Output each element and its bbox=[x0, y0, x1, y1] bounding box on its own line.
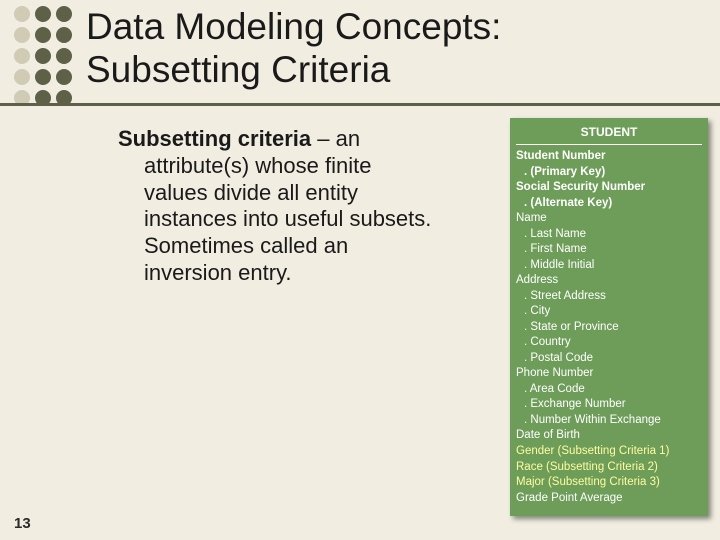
body-line: inversion entry. bbox=[118, 260, 490, 287]
entity-attribute: Exchange Number bbox=[516, 397, 702, 413]
entity-attribute: Gender (Subsetting Criteria 1) bbox=[516, 444, 702, 460]
slide: Data Modeling Concepts: Subsetting Crite… bbox=[0, 0, 720, 540]
entity-attribute: Middle Initial bbox=[516, 258, 702, 274]
decoration-dot-grid bbox=[0, 0, 80, 540]
entity-attribute: Last Name bbox=[516, 227, 702, 243]
decoration-dot bbox=[56, 69, 72, 85]
entity-attribute: First Name bbox=[516, 242, 702, 258]
entity-rows: Student Number(Primary Key)Social Securi… bbox=[516, 149, 702, 506]
entity-attribute: Phone Number bbox=[516, 366, 702, 382]
entity-attribute: (Alternate Key) bbox=[516, 196, 702, 212]
decoration-dot bbox=[14, 6, 30, 22]
entity-attribute: Grade Point Average bbox=[516, 491, 702, 507]
entity-attribute: Postal Code bbox=[516, 351, 702, 367]
entity-attribute: Race (Subsetting Criteria 2) bbox=[516, 460, 702, 476]
decoration-dot bbox=[14, 27, 30, 43]
entity-attribute: (Primary Key) bbox=[516, 165, 702, 181]
body-text: Subsetting criteria – an attribute(s) wh… bbox=[118, 126, 490, 287]
body-line: instances into useful subsets. bbox=[118, 206, 490, 233]
slide-title: Data Modeling Concepts: Subsetting Crite… bbox=[86, 6, 706, 91]
entity-attribute: Name bbox=[516, 211, 702, 227]
entity-attribute: Major (Subsetting Criteria 3) bbox=[516, 475, 702, 491]
decoration-dot bbox=[56, 6, 72, 22]
title-underline bbox=[0, 103, 720, 106]
title-line-1: Data Modeling Concepts: bbox=[86, 6, 501, 47]
body-dash: – an bbox=[311, 126, 360, 151]
entity-attribute: City bbox=[516, 304, 702, 320]
page-number: 13 bbox=[14, 515, 31, 532]
entity-attribute: Address bbox=[516, 273, 702, 289]
decoration-dot bbox=[35, 69, 51, 85]
entity-attribute: Country bbox=[516, 335, 702, 351]
decoration-dot bbox=[56, 27, 72, 43]
decoration-dot bbox=[35, 48, 51, 64]
entity-attribute: Number Within Exchange bbox=[516, 413, 702, 429]
decoration-dot bbox=[56, 48, 72, 64]
decoration-dot bbox=[35, 27, 51, 43]
entity-attribute: Social Security Number bbox=[516, 180, 702, 196]
body-line: attribute(s) whose finite bbox=[118, 153, 490, 180]
body-line: values divide all entity bbox=[118, 180, 490, 207]
body-line: Sometimes called an bbox=[118, 233, 490, 260]
term: Subsetting criteria bbox=[118, 126, 311, 151]
entity-attribute: Student Number bbox=[516, 149, 702, 165]
decoration-dot bbox=[14, 48, 30, 64]
entity-attribute: Street Address bbox=[516, 289, 702, 305]
entity-attribute: Date of Birth bbox=[516, 428, 702, 444]
entity-attribute: Area Code bbox=[516, 382, 702, 398]
decoration-dot bbox=[14, 69, 30, 85]
title-line-2: Subsetting Criteria bbox=[86, 49, 390, 90]
entity-diagram: STUDENT Student Number(Primary Key)Socia… bbox=[510, 118, 708, 516]
decoration-dot bbox=[35, 6, 51, 22]
entity-attribute: State or Province bbox=[516, 320, 702, 336]
entity-title: STUDENT bbox=[516, 124, 702, 145]
